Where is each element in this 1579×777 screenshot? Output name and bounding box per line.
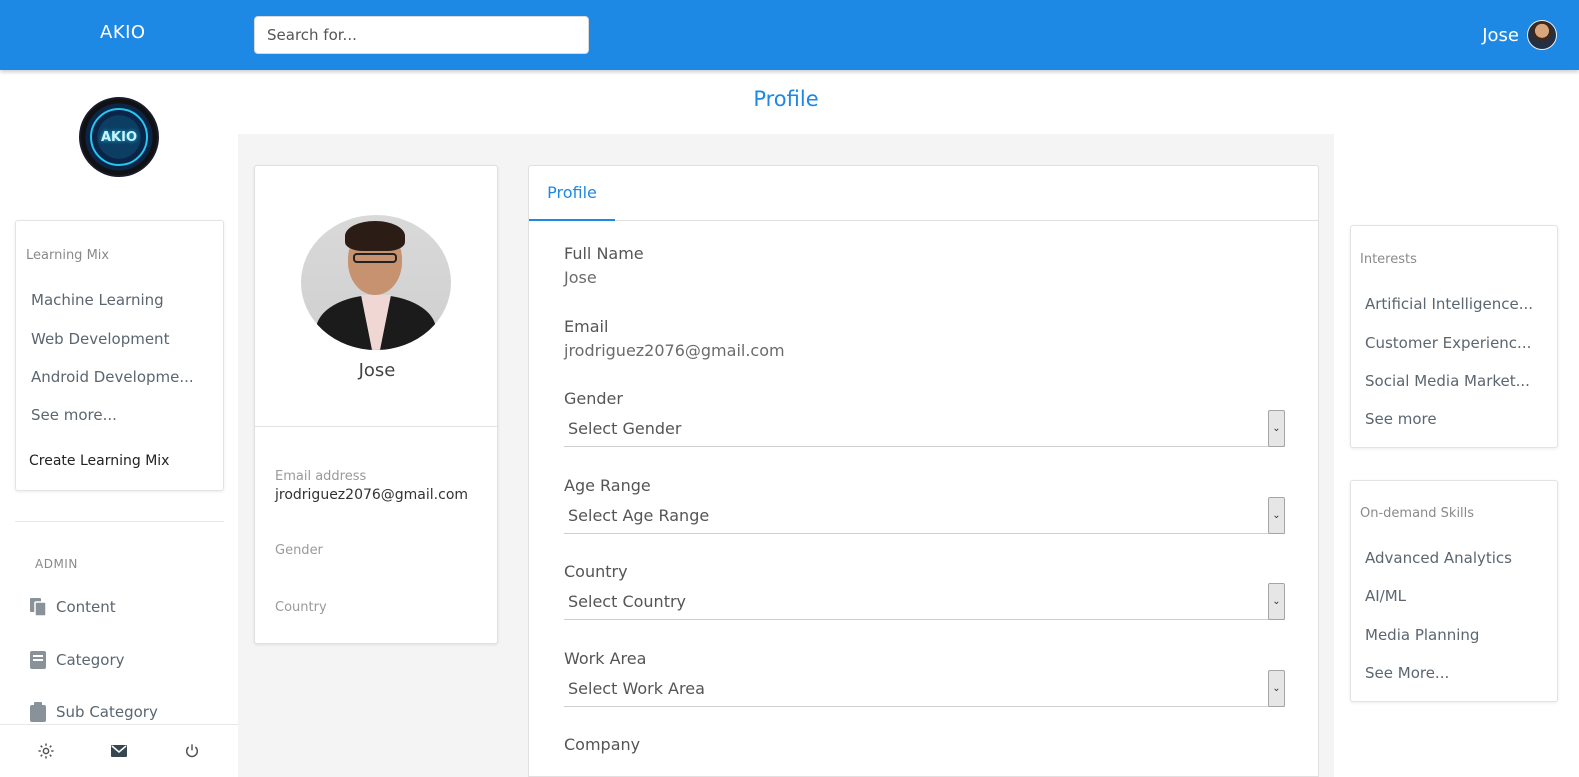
learning-mix-title: Learning Mix bbox=[26, 248, 110, 263]
email-value: jrodriguez2076@gmail.com bbox=[564, 341, 785, 360]
on-demand-skills-card: On-demand Skills Advanced Analytics AI/M… bbox=[1350, 480, 1558, 702]
country-label: Country bbox=[275, 600, 327, 615]
akio-logo[interactable]: AKIO bbox=[79, 97, 159, 177]
book-icon bbox=[29, 650, 47, 670]
sidebar-item-content[interactable]: Content bbox=[29, 597, 116, 617]
country-select[interactable]: Select Country ⌄ bbox=[564, 583, 1285, 620]
sidebar-item-label: Category bbox=[56, 651, 125, 669]
country-select-value: Select Country bbox=[568, 592, 687, 611]
learning-mix-item[interactable]: Android Developme... bbox=[31, 368, 211, 386]
gender-label: Gender bbox=[275, 543, 323, 558]
sidebar-item-label: Sub Category bbox=[56, 703, 158, 721]
interest-item[interactable]: Artificial Intelligence... bbox=[1365, 295, 1535, 313]
copy-icon bbox=[29, 597, 47, 617]
sidebar-divider bbox=[15, 521, 224, 522]
chevron-down-icon[interactable]: ⌄ bbox=[1268, 583, 1285, 620]
email-address-label: Email address bbox=[275, 469, 367, 484]
full-name-label: Full Name bbox=[564, 244, 644, 263]
skill-item[interactable]: AI/ML bbox=[1365, 587, 1535, 605]
profile-name: Jose bbox=[358, 360, 396, 381]
create-learning-mix-button[interactable]: Create Learning Mix bbox=[29, 453, 169, 469]
sidebar: AKIO Learning Mix Machine Learning Web D… bbox=[0, 70, 238, 777]
work-area-label: Work Area bbox=[564, 649, 647, 668]
skills-see-more[interactable]: See More... bbox=[1365, 664, 1535, 682]
tab-bar: Profile bbox=[529, 166, 1318, 221]
sidebar-item-sub-category[interactable]: Sub Category bbox=[29, 702, 158, 722]
gender-select[interactable]: Select Gender ⌄ bbox=[564, 410, 1285, 447]
mail-icon[interactable] bbox=[108, 740, 130, 762]
age-range-select[interactable]: Select Age Range ⌄ bbox=[564, 497, 1285, 534]
tab-profile[interactable]: Profile bbox=[529, 166, 615, 221]
search-input[interactable] bbox=[254, 16, 589, 54]
interest-item[interactable]: Social Media Market... bbox=[1365, 372, 1535, 390]
learning-mix-item[interactable]: Web Development bbox=[31, 330, 211, 348]
top-bar: AKIO Jose bbox=[0, 0, 1579, 70]
interests-see-more[interactable]: See more bbox=[1365, 410, 1535, 428]
gender-select-value: Select Gender bbox=[568, 419, 682, 438]
gear-icon[interactable] bbox=[35, 740, 57, 762]
gender-field-label: Gender bbox=[564, 389, 623, 408]
chevron-down-icon[interactable]: ⌄ bbox=[1268, 410, 1285, 447]
sidebar-footer bbox=[0, 724, 238, 777]
profile-summary-card: Jose Email address jrodriguez2076@gmail.… bbox=[254, 165, 499, 644]
age-range-select-value: Select Age Range bbox=[568, 506, 710, 525]
skill-item[interactable]: Advanced Analytics bbox=[1365, 549, 1535, 567]
interests-title: Interests bbox=[1360, 252, 1417, 267]
power-icon[interactable] bbox=[181, 740, 203, 762]
avatar[interactable] bbox=[1527, 20, 1557, 50]
page-title: Profile bbox=[753, 87, 819, 111]
user-name: Jose bbox=[1482, 24, 1519, 46]
skill-item[interactable]: Media Planning bbox=[1365, 626, 1535, 644]
interest-item[interactable]: Customer Experienc... bbox=[1365, 334, 1535, 352]
email-address-value: jrodriguez2076@gmail.com bbox=[275, 487, 469, 503]
brand-title[interactable]: AKIO bbox=[100, 22, 146, 43]
chevron-down-icon[interactable]: ⌄ bbox=[1268, 497, 1285, 534]
sidebar-item-category[interactable]: Category bbox=[29, 650, 125, 670]
card-divider bbox=[255, 426, 499, 427]
admin-label: ADMIN bbox=[35, 557, 78, 571]
learning-mix-see-more[interactable]: See more... bbox=[31, 406, 211, 424]
user-menu[interactable]: Jose bbox=[1482, 20, 1557, 50]
skills-title: On-demand Skills bbox=[1360, 506, 1475, 521]
learning-mix-item[interactable]: Machine Learning bbox=[31, 291, 211, 309]
learning-mix-card: Learning Mix Machine Learning Web Develo… bbox=[15, 220, 224, 491]
work-area-select-value: Select Work Area bbox=[568, 679, 705, 698]
work-area-select[interactable]: Select Work Area ⌄ bbox=[564, 670, 1285, 707]
logo-text: AKIO bbox=[90, 108, 148, 166]
full-name-value: Jose bbox=[564, 268, 597, 287]
interests-card: Interests Artificial Intelligence... Cus… bbox=[1350, 225, 1558, 448]
email-label: Email bbox=[564, 317, 609, 336]
chevron-down-icon[interactable]: ⌄ bbox=[1268, 670, 1285, 707]
company-label: Company bbox=[564, 735, 641, 754]
age-range-label: Age Range bbox=[564, 476, 651, 495]
profile-photo[interactable] bbox=[301, 215, 451, 350]
sidebar-item-label: Content bbox=[56, 598, 116, 616]
country-field-label: Country bbox=[564, 562, 628, 581]
profile-form-card: Profile Full Name Jose Email jrodriguez2… bbox=[528, 165, 1319, 777]
clipboard-icon bbox=[29, 702, 47, 722]
